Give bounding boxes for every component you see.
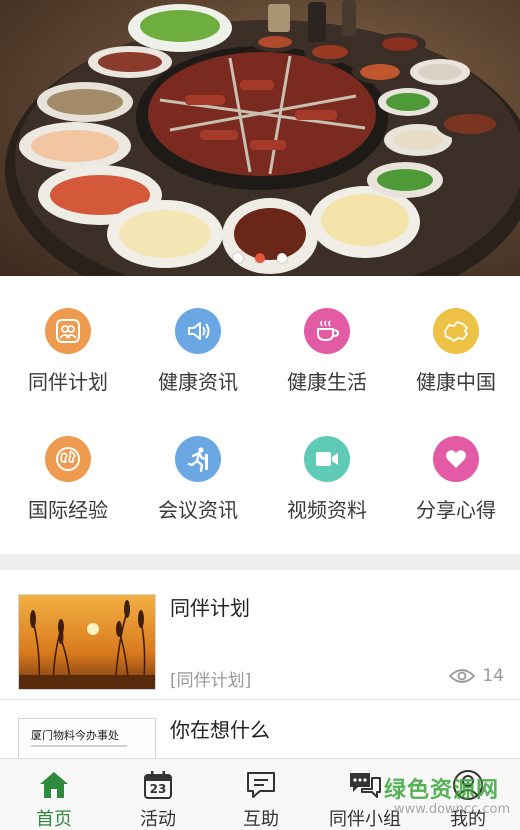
- feature-label: 会议资讯: [158, 498, 238, 522]
- carousel-dot-active[interactable]: [255, 253, 265, 263]
- people-icon: [45, 308, 91, 354]
- carousel-dot[interactable]: [233, 253, 243, 263]
- tab-label: 同伴小组: [329, 809, 401, 830]
- view-count: 14: [448, 666, 504, 686]
- tab-mutual-help[interactable]: 互助: [209, 759, 313, 830]
- feature-healthy-life[interactable]: 健康生活: [262, 308, 392, 395]
- document-thumb-text: 厦门物料今办事处: [31, 729, 119, 742]
- tab-label: 活动: [140, 809, 176, 830]
- view-count-value: 14: [482, 666, 504, 686]
- tab-activities[interactable]: 23 活动: [106, 759, 210, 830]
- banner-carousel[interactable]: [0, 0, 520, 276]
- article-title: 你在想什么: [170, 718, 270, 742]
- feature-label: 分享心得: [416, 498, 496, 522]
- eye-icon: [449, 669, 476, 683]
- section-divider: [0, 554, 520, 570]
- feature-label: 国际经验: [28, 498, 108, 522]
- article-category: [同伴计划]: [170, 671, 252, 691]
- feature-label: 健康资讯: [158, 370, 238, 394]
- feature-video-materials[interactable]: 视频资料: [262, 436, 392, 523]
- feature-label: 同伴计划: [28, 370, 108, 394]
- feature-international-experience[interactable]: 国际经验: [3, 436, 133, 523]
- tab-peer-groups[interactable]: 同伴小组: [313, 759, 417, 830]
- tab-label: 互助: [243, 809, 279, 830]
- article-item[interactable]: 厦门物料今办事处 你在想什么: [0, 700, 520, 760]
- calendar-icon: 23: [141, 769, 175, 801]
- home-icon: [37, 769, 71, 801]
- tab-label: 我的: [450, 809, 486, 830]
- feature-health-news[interactable]: 健康资讯: [133, 308, 263, 395]
- chat-icon: [244, 769, 278, 801]
- feature-peer-plan[interactable]: 同伴计划: [3, 308, 133, 395]
- feature-meeting-news[interactable]: 会议资讯: [133, 436, 263, 523]
- calendar-day: 23: [149, 781, 167, 796]
- coffee-icon: [304, 308, 350, 354]
- china-map-icon: [433, 308, 479, 354]
- carousel-dot[interactable]: [277, 253, 287, 263]
- runner-icon: [175, 436, 221, 482]
- sunset-reeds-photo: [18, 594, 156, 690]
- feature-label: 健康中国: [416, 370, 496, 394]
- article-title: 同伴计划: [170, 596, 250, 620]
- feature-share-experience[interactable]: 分享心得: [391, 436, 520, 523]
- feature-label: 健康生活: [287, 370, 367, 394]
- carousel-indicator[interactable]: [0, 253, 520, 263]
- tab-profile[interactable]: 我的: [416, 759, 520, 830]
- feature-label: 视频资料: [287, 498, 367, 522]
- document-photo: 厦门物料今办事处: [18, 718, 156, 760]
- hotpot-photo: [5, 0, 520, 276]
- user-icon: [451, 769, 485, 801]
- video-camera-icon: [304, 436, 350, 482]
- heart-icon: [433, 436, 479, 482]
- tab-home[interactable]: 首页: [2, 759, 106, 830]
- feature-healthy-china[interactable]: 健康中国: [391, 308, 520, 395]
- group-chat-icon: [348, 769, 382, 801]
- article-item[interactable]: 同伴计划 [同伴计划] 14: [0, 570, 520, 700]
- globe-icon: [45, 436, 91, 482]
- feature-grid: 同伴计划 健康资讯 健康生活 健康中国 国际经验 会议资讯 视频资料 分享心得: [0, 276, 520, 554]
- speaker-icon: [175, 308, 221, 354]
- tab-label: 首页: [36, 809, 72, 830]
- bottom-tab-bar: 首页 23 活动 互助 同伴小组 我的: [0, 758, 520, 830]
